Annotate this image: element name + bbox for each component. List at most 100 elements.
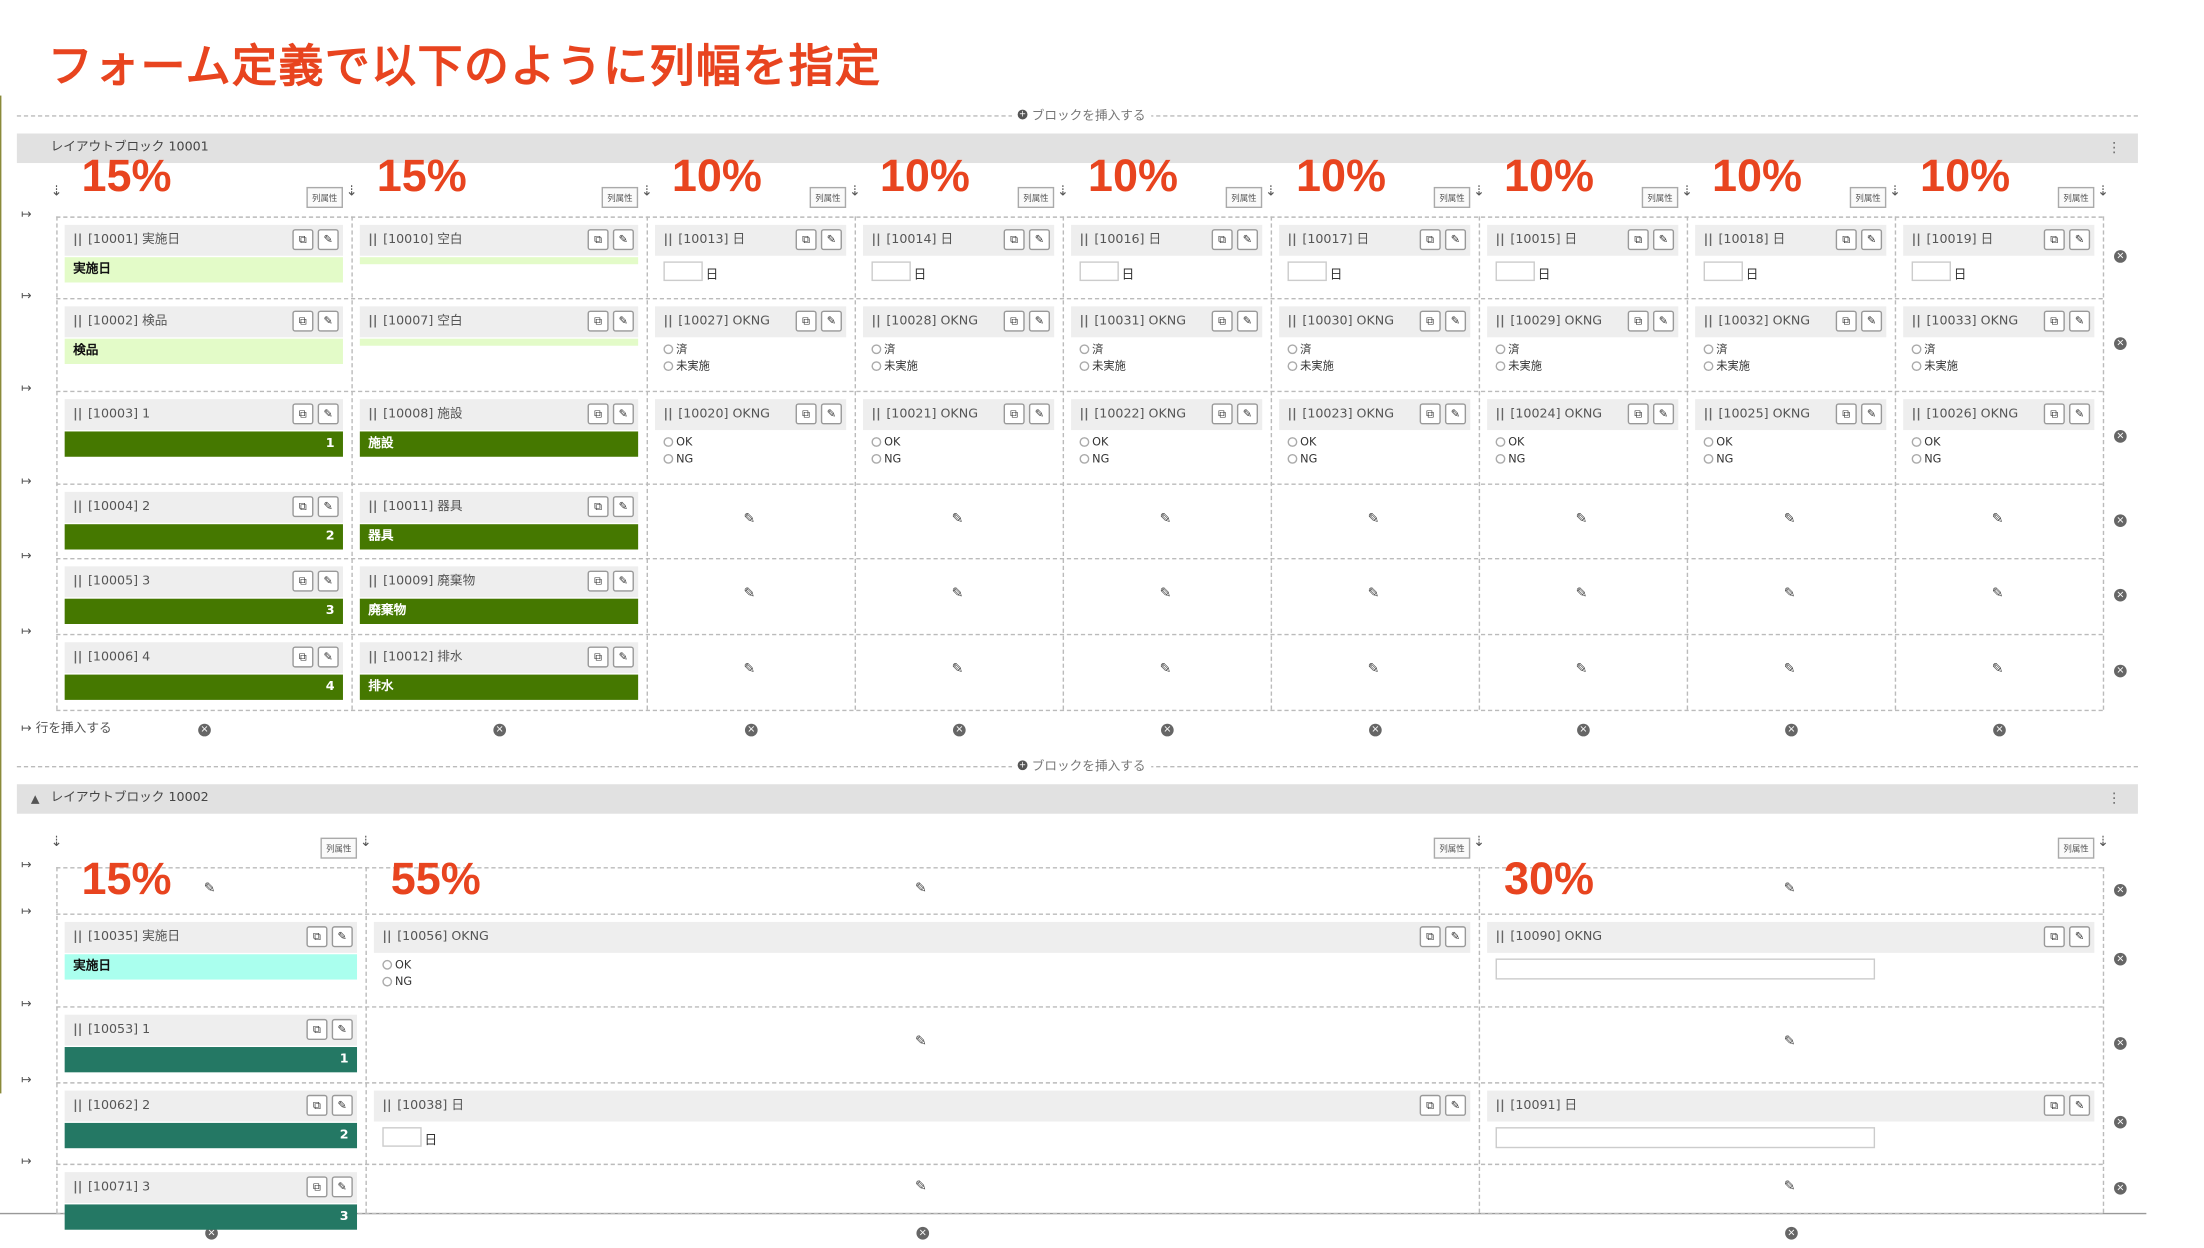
delete-row-icon[interactable]: × [2114, 883, 2127, 896]
edit-icon[interactable]: ✎ [1444, 926, 1467, 948]
date-input[interactable] [1287, 261, 1327, 282]
radio-ng[interactable]: NG [663, 451, 693, 468]
field-header[interactable]: || [10022] OKNG ⧉ ✎ [1071, 399, 1263, 431]
delete-row-icon[interactable]: × [2114, 1037, 2127, 1050]
copy-icon[interactable]: ⧉ [587, 403, 609, 425]
copy-icon[interactable]: ⧉ [1835, 310, 1857, 332]
text-input[interactable] [1495, 958, 1876, 980]
copy-icon[interactable]: ⧉ [795, 403, 817, 425]
drag-handle-icon[interactable]: || [368, 575, 377, 589]
field-header[interactable]: || [10021] OKNG ⧉ ✎ [863, 399, 1055, 431]
drag-handle-icon[interactable]: || [368, 651, 377, 665]
copy-icon[interactable]: ⧉ [587, 310, 609, 332]
copy-icon[interactable]: ⧉ [587, 229, 609, 251]
delete-column-icon[interactable]: × [744, 723, 758, 737]
text-input[interactable] [1495, 1127, 1876, 1149]
column-resize-icon[interactable]: ⇣ [346, 185, 358, 200]
radio-ok[interactable]: OK [1079, 434, 1108, 451]
edit-pencil-icon[interactable]: ✎ [1160, 586, 1172, 601]
field-header[interactable]: || [10015] 日 ⧉ ✎ [1487, 224, 1679, 256]
edit-icon[interactable]: ✎ [317, 403, 339, 425]
copy-icon[interactable]: ⧉ [587, 570, 609, 592]
layout-block-header-1[interactable]: レイアウトブロック 10001 ⋮ [16, 133, 2138, 164]
field-header[interactable]: || [10013] 日 ⧉ ✎ [655, 224, 847, 256]
field-header[interactable]: || [10016] 日 ⧉ ✎ [1071, 224, 1263, 256]
edit-icon[interactable]: ✎ [2069, 229, 2091, 251]
edit-pencil-icon[interactable]: ✎ [1160, 662, 1172, 677]
field-header[interactable]: || [10062] 2 ⧉ ✎ [64, 1090, 358, 1122]
insert-row-icon[interactable]: ↦ [21, 209, 32, 222]
edit-pencil-icon[interactable]: ✎ [1784, 586, 1796, 601]
column-resize-icon[interactable]: ⇣ [1265, 185, 1277, 200]
edit-pencil-icon[interactable]: ✎ [1576, 586, 1588, 601]
radio-not-done[interactable]: 未実施 [871, 358, 918, 375]
column-attribute-button[interactable]: 列属性 [1017, 186, 1055, 208]
field-header[interactable]: || [10025] OKNG ⧉ ✎ [1695, 399, 1887, 431]
radio-not-done[interactable]: 未実施 [1911, 358, 1958, 375]
copy-icon[interactable]: ⧉ [1211, 229, 1233, 251]
date-input[interactable] [1495, 261, 1535, 282]
field-header[interactable]: || [10020] OKNG ⧉ ✎ [655, 399, 847, 431]
copy-icon[interactable]: ⧉ [2043, 403, 2065, 425]
column-attribute-button[interactable]: 列属性 [320, 837, 358, 859]
delete-column-icon[interactable]: × [1369, 723, 1382, 737]
edit-icon[interactable]: ✎ [612, 310, 634, 332]
edit-icon[interactable]: ✎ [1236, 310, 1259, 332]
copy-icon[interactable]: ⧉ [1419, 926, 1441, 948]
drag-handle-icon[interactable]: || [1288, 315, 1297, 329]
edit-icon[interactable]: ✎ [1028, 403, 1050, 425]
drag-handle-icon[interactable]: || [73, 500, 82, 514]
radio-ng[interactable]: NG [382, 974, 412, 991]
drag-handle-icon[interactable]: || [368, 500, 377, 514]
column-resize-icon[interactable]: ⇣ [1057, 185, 1069, 200]
insert-row-button[interactable]: ↦ 行を挿入する [21, 723, 112, 737]
radio-not-done[interactable]: 未実施 [663, 358, 710, 375]
field-header[interactable]: || [10007] 空白 ⧉ ✎ [359, 306, 639, 338]
field-header[interactable]: || [10001] 実施日 ⧉ ✎ [64, 224, 343, 256]
field-header[interactable]: || [10009] 廃棄物 ⧉ ✎ [359, 566, 639, 598]
edit-icon[interactable]: ✎ [2069, 926, 2091, 948]
column-resize-icon[interactable]: ⇣ [51, 185, 63, 200]
field-header[interactable]: || [10014] 日 ⧉ ✎ [863, 224, 1055, 256]
drag-handle-icon[interactable]: || [1080, 408, 1089, 422]
copy-icon[interactable]: ⧉ [292, 570, 314, 592]
field-header[interactable]: || [10011] 器具 ⧉ ✎ [359, 491, 639, 523]
field-header[interactable]: || [10002] 検品 ⧉ ✎ [64, 306, 343, 338]
edit-icon[interactable]: ✎ [331, 926, 353, 948]
delete-row-icon[interactable]: × [2114, 250, 2127, 263]
drag-handle-icon[interactable]: || [1288, 233, 1297, 247]
delete-column-icon[interactable]: × [916, 1226, 930, 1240]
field-header[interactable]: || [10030] OKNG ⧉ ✎ [1279, 306, 1471, 338]
field-header[interactable]: || [10012] 排水 ⧉ ✎ [359, 642, 639, 674]
edit-icon[interactable]: ✎ [612, 496, 634, 518]
copy-icon[interactable]: ⧉ [2043, 229, 2065, 251]
copy-icon[interactable]: ⧉ [292, 646, 314, 668]
edit-pencil-icon[interactable]: ✎ [1992, 511, 2004, 526]
field-header[interactable]: || [10018] 日 ⧉ ✎ [1695, 224, 1887, 256]
column-attribute-button[interactable]: 列属性 [1849, 186, 1887, 208]
insert-row-icon[interactable]: ↦ [21, 383, 32, 397]
drag-handle-icon[interactable]: || [663, 315, 672, 329]
drag-handle-icon[interactable]: || [1496, 930, 1505, 944]
edit-icon[interactable]: ✎ [1444, 310, 1467, 332]
delete-row-icon[interactable]: × [2114, 664, 2127, 678]
radio-done[interactable]: 済 [871, 342, 895, 359]
delete-row-icon[interactable]: × [2114, 588, 2127, 602]
copy-icon[interactable]: ⧉ [292, 229, 314, 251]
copy-icon[interactable]: ⧉ [1835, 403, 1857, 425]
edit-icon[interactable]: ✎ [1028, 229, 1050, 251]
edit-pencil-icon[interactable]: ✎ [1576, 511, 1588, 526]
field-header[interactable]: || [10024] OKNG ⧉ ✎ [1487, 399, 1679, 431]
edit-pencil-icon[interactable]: ✎ [1992, 586, 2004, 601]
copy-icon[interactable]: ⧉ [1627, 403, 1649, 425]
edit-pencil-icon[interactable]: ✎ [1368, 511, 1380, 526]
field-header[interactable]: || [10010] 空白 ⧉ ✎ [359, 224, 639, 256]
copy-icon[interactable]: ⧉ [1003, 403, 1025, 425]
copy-icon[interactable]: ⧉ [292, 403, 314, 425]
edit-icon[interactable]: ✎ [1236, 403, 1259, 425]
edit-icon[interactable]: ✎ [331, 1176, 353, 1198]
drag-handle-icon[interactable]: || [368, 233, 377, 247]
delete-column-icon[interactable]: × [493, 723, 507, 737]
field-header[interactable]: || [10027] OKNG ⧉ ✎ [655, 306, 847, 338]
edit-icon[interactable]: ✎ [1444, 403, 1467, 425]
